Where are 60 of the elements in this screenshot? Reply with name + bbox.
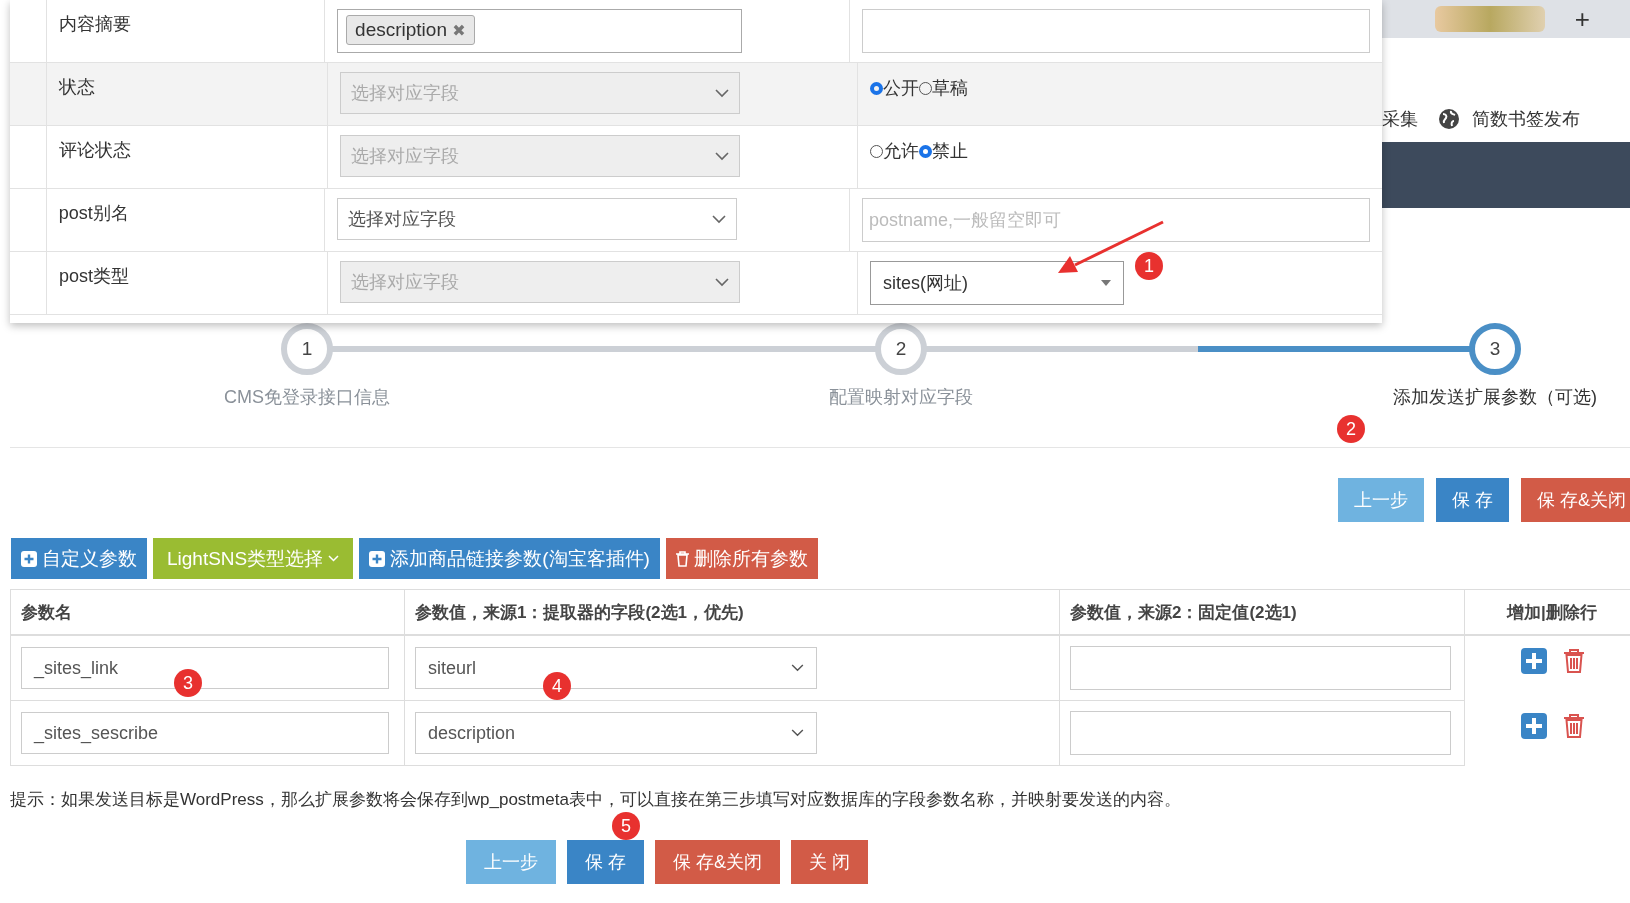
- chevron-down-icon: [791, 729, 804, 737]
- toolbar-button[interactable]: 删除所有参数: [665, 538, 818, 579]
- fixed-value-field[interactable]: [1070, 646, 1451, 690]
- nav-link[interactable]: 简数书签发布: [1472, 107, 1580, 131]
- toolbar-button[interactable]: 自定义参数: [11, 538, 147, 579]
- column-header: 增加|删除行: [1464, 589, 1630, 635]
- step-circle: 2: [875, 323, 927, 375]
- type-dropdown[interactable]: sites(网址): [870, 261, 1124, 305]
- trash-icon[interactable]: [1563, 648, 1585, 674]
- field-label: 评论状态: [59, 140, 131, 160]
- trash-icon: [675, 550, 689, 567]
- action-button[interactable]: 关 闭: [791, 840, 869, 884]
- chevron-down-icon: [712, 214, 727, 224]
- chevron-down-icon: [715, 88, 729, 98]
- toolbar-button[interactable]: 添加商品链接参数(淘宝客插件): [359, 538, 660, 579]
- fixed-value-field[interactable]: [1070, 711, 1451, 755]
- annotation-badge: 4: [543, 672, 571, 700]
- chevron-down-icon: [328, 555, 340, 562]
- action-button[interactable]: 保 存&关闭: [655, 840, 781, 884]
- caret-icon: [1101, 280, 1111, 286]
- radio-option[interactable]: 公开: [870, 76, 919, 100]
- trash-icon[interactable]: [1563, 712, 1585, 739]
- add-row-icon[interactable]: [1521, 712, 1547, 739]
- annotation-badge: 5: [612, 812, 640, 840]
- column-header: 参数值，来源2：固定值(2选1): [1059, 589, 1465, 635]
- plus-icon: [369, 550, 386, 567]
- column-header: 参数名: [10, 589, 405, 635]
- globe-icon: [1438, 108, 1460, 130]
- action-button[interactable]: 保 存: [1435, 478, 1509, 522]
- action-button[interactable]: 保 存: [567, 840, 644, 884]
- new-tab-button[interactable]: +: [1574, 3, 1590, 35]
- tag-chip[interactable]: description ✖: [346, 15, 475, 45]
- field-label: 状态: [59, 77, 95, 97]
- action-button[interactable]: 保 存&关闭: [1521, 478, 1630, 522]
- field-select[interactable]: 选择对应字段: [337, 198, 738, 240]
- step-circle: 1: [281, 323, 333, 375]
- add-row-icon[interactable]: [1521, 648, 1547, 674]
- radio-option[interactable]: 禁止: [919, 139, 968, 163]
- column-header: 参数值，来源1：提取器的字段(2选1，优先): [404, 589, 1060, 635]
- step-label: CMS免登录接口信息: [224, 386, 390, 409]
- step-label: 添加发送扩展参数（可选): [1393, 386, 1597, 409]
- radio-option[interactable]: 草稿: [919, 76, 968, 100]
- step-label: 配置映射对应字段: [829, 386, 973, 409]
- plus-icon: [21, 550, 37, 567]
- source-select[interactable]: description: [415, 712, 817, 754]
- step-circle: 3: [1469, 323, 1521, 375]
- radio-option[interactable]: 允许: [870, 139, 919, 163]
- chevron-down-icon: [791, 664, 804, 672]
- nav-link[interactable]: 采集: [1382, 107, 1418, 131]
- hint-text: 提示：如果发送目标是WordPress，那么扩展参数将会保存到wp_postmeta表中，可以直接在第三步填写对应数据库的字段参数名称，并映射要发送的内容。: [10, 790, 1182, 810]
- chevron-down-icon: [715, 277, 729, 287]
- annotation-badge: 3: [174, 669, 202, 697]
- field-label: post别名: [58, 203, 129, 223]
- field-label: 内容摘要: [58, 14, 131, 34]
- chevron-down-icon: [715, 151, 729, 161]
- field-label: post类型: [59, 266, 130, 286]
- param-name-field[interactable]: _sites_sescribe: [21, 712, 389, 754]
- text-field[interactable]: [862, 9, 1370, 53]
- tag-field[interactable]: description ✖: [337, 9, 743, 53]
- annotation-badge: 2: [1337, 415, 1365, 443]
